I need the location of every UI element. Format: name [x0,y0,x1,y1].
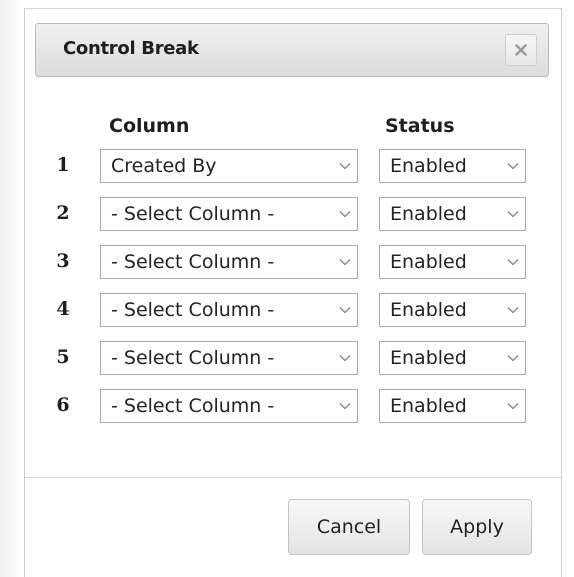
close-button[interactable] [505,34,537,66]
column-select-5[interactable]: - Select Column - [100,341,358,375]
apply-button[interactable]: Apply [422,499,532,555]
page: Control Break Column Status 1 Created By… [0,0,574,577]
column-select-value: - Select Column - [111,203,275,225]
chevron-down-icon [339,211,351,218]
row-number: 1 [56,154,70,176]
column-select-2[interactable]: - Select Column - [100,197,358,231]
cancel-button[interactable]: Cancel [288,499,410,555]
chevron-down-icon [339,307,351,314]
chevron-down-icon [507,163,519,170]
footer-divider [25,477,561,478]
column-select-4[interactable]: - Select Column - [100,293,358,327]
status-select-value: Enabled [390,347,467,369]
column-header: Column [109,115,190,137]
control-break-dialog: Control Break Column Status 1 Created By… [24,8,562,577]
status-select-value: Enabled [390,299,467,321]
column-select-value: - Select Column - [111,347,275,369]
chevron-down-icon [339,355,351,362]
column-select-3[interactable]: - Select Column - [100,245,358,279]
chevron-down-icon [339,259,351,266]
status-select-4[interactable]: Enabled [379,293,526,327]
column-select-value: - Select Column - [111,251,275,273]
status-header: Status [385,115,455,137]
column-select-value: - Select Column - [111,395,275,417]
row-number: 6 [56,394,70,416]
chevron-down-icon [507,211,519,218]
row-number: 3 [56,250,70,272]
status-select-6[interactable]: Enabled [379,389,526,423]
close-x-icon [515,44,527,56]
row-number: 4 [56,298,70,320]
status-select-1[interactable]: Enabled [379,149,526,183]
chevron-down-icon [339,403,351,410]
chevron-down-icon [507,259,519,266]
status-select-2[interactable]: Enabled [379,197,526,231]
status-select-value: Enabled [390,203,467,225]
column-select-value: Created By [111,155,217,177]
column-select-value: - Select Column - [111,299,275,321]
status-select-value: Enabled [390,395,467,417]
row-number: 5 [56,346,70,368]
status-select-5[interactable]: Enabled [379,341,526,375]
status-select-value: Enabled [390,251,467,273]
status-select-value: Enabled [390,155,467,177]
dialog-title: Control Break [63,38,199,59]
status-select-3[interactable]: Enabled [379,245,526,279]
column-select-6[interactable]: - Select Column - [100,389,358,423]
chevron-down-icon [507,307,519,314]
chevron-down-icon [507,355,519,362]
chevron-down-icon [339,163,351,170]
chevron-down-icon [507,403,519,410]
dialog-titlebar: Control Break [35,23,549,77]
column-select-1[interactable]: Created By [100,149,358,183]
row-number: 2 [56,202,70,224]
